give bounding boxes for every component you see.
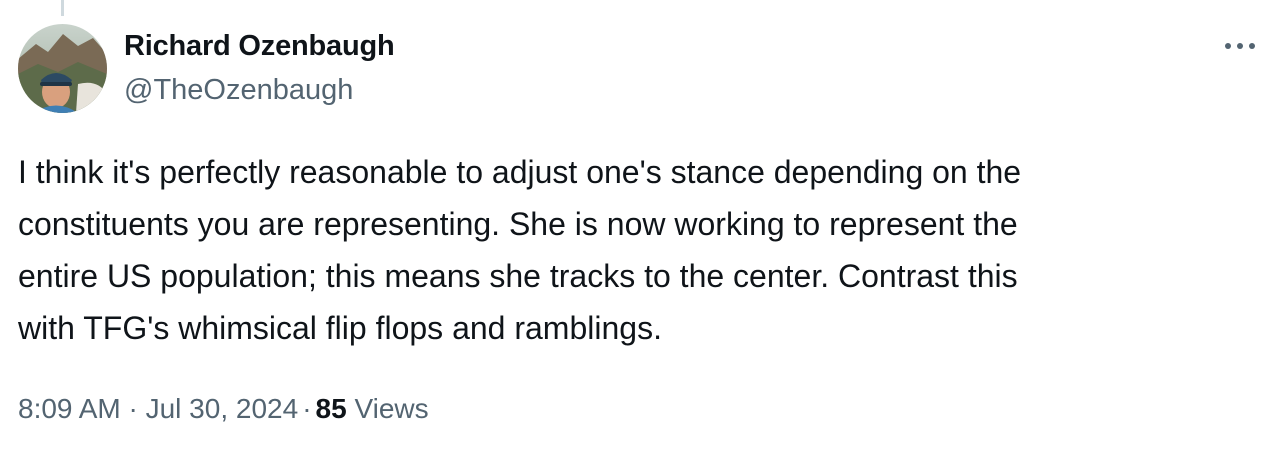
tweet-timestamp[interactable]: 8:09 AM · Jul 30, 2024: [18, 393, 298, 424]
meta-separator: ·: [302, 393, 312, 424]
author-handle[interactable]: @TheOzenbaugh: [124, 72, 395, 108]
avatar-photo: [18, 24, 107, 113]
tweet-text: I think it's perfectly reasonable to adj…: [18, 154, 1022, 346]
views-label: Views: [354, 393, 429, 424]
author-block: Richard Ozenbaugh @TheOzenbaugh: [124, 28, 395, 108]
more-horizontal-icon: [1225, 43, 1255, 49]
author-display-name[interactable]: Richard Ozenbaugh: [124, 28, 395, 64]
thread-connector-line: [61, 0, 64, 16]
more-options-button[interactable]: [1220, 34, 1260, 58]
avatar[interactable]: [18, 24, 107, 113]
tweet-meta: 8:09 AM · Jul 30, 2024 · 85 Views: [18, 391, 429, 427]
views-count: 85: [315, 393, 347, 424]
